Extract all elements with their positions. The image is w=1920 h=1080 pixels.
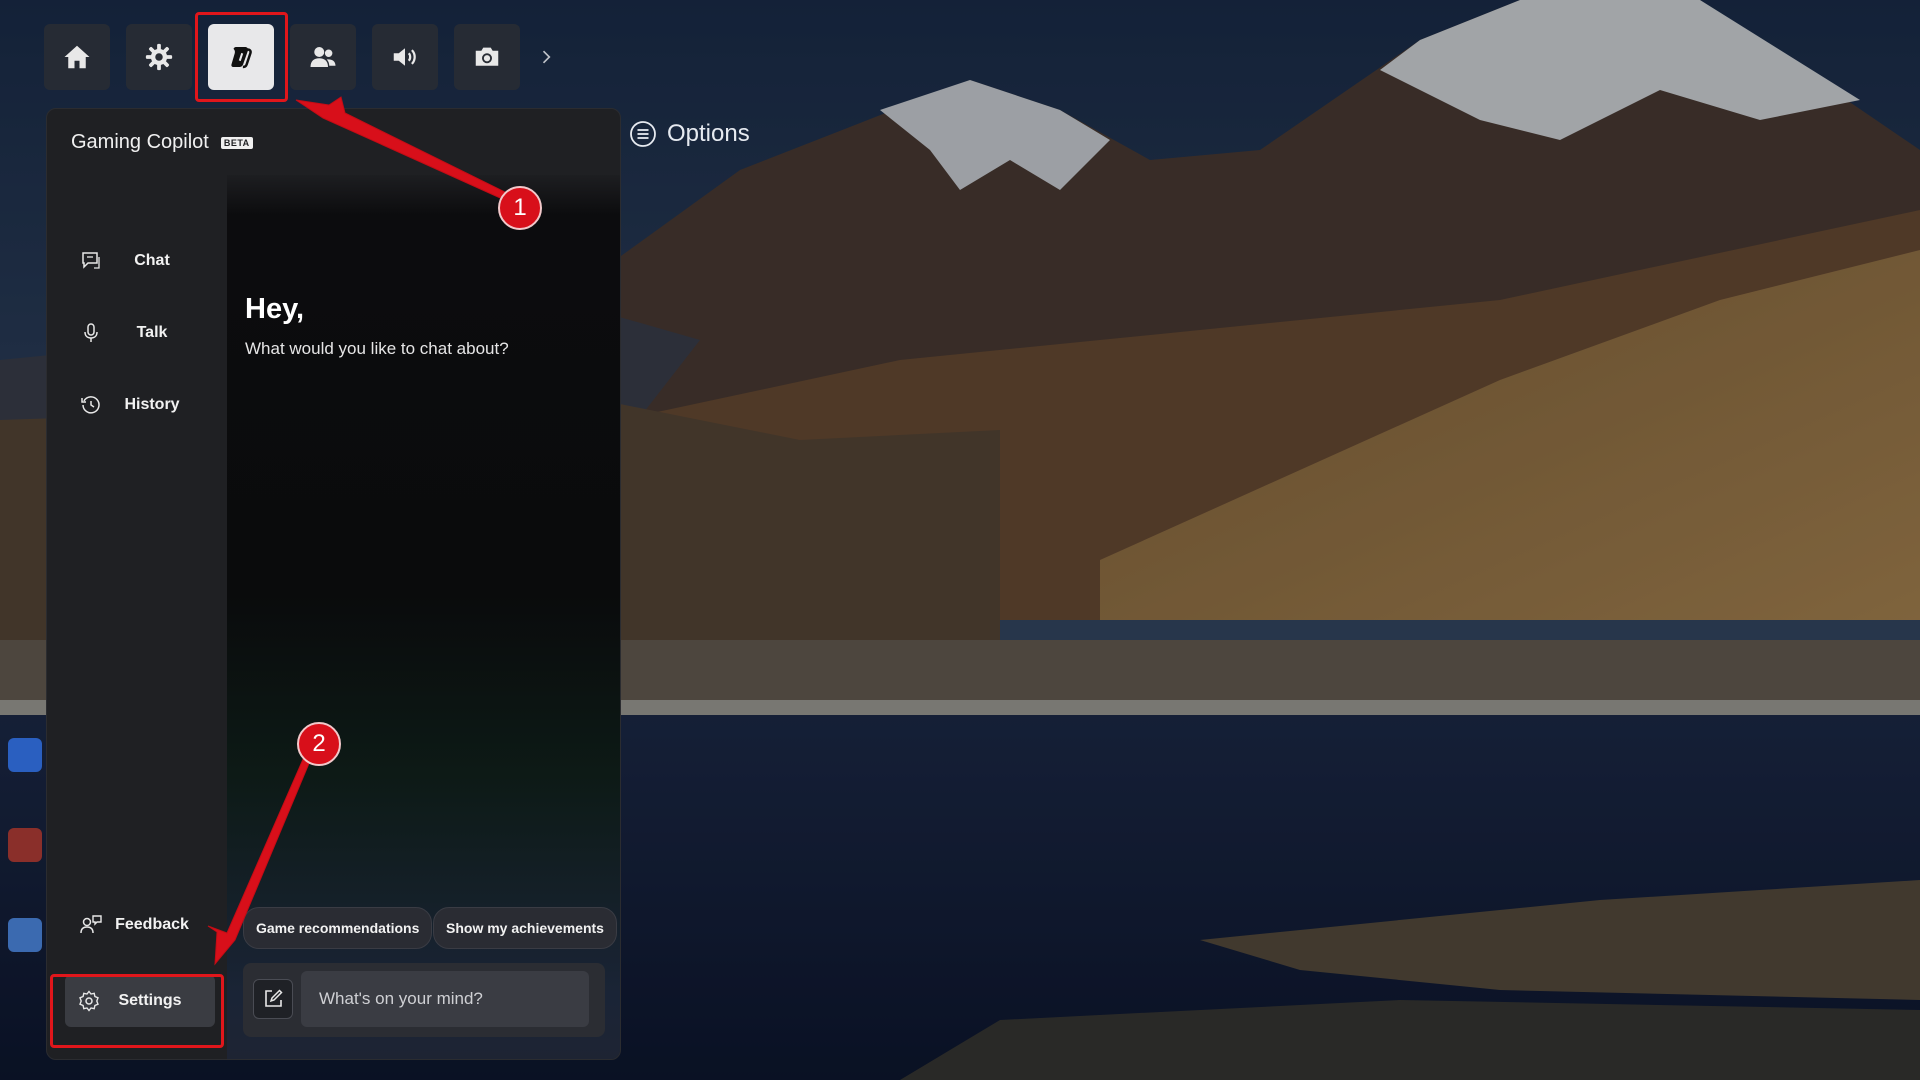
capture-button[interactable] [454, 24, 520, 90]
sidebar-item-label: History [124, 396, 180, 413]
chevron-right-icon [542, 50, 551, 64]
beta-badge: BETA [220, 136, 253, 149]
chat-input[interactable] [301, 971, 589, 1027]
menu-circle-icon [630, 121, 656, 147]
game-bar-widget-bar [44, 24, 556, 90]
compose-icon [265, 989, 283, 1007]
step-badge-2: 2 [297, 722, 341, 766]
gaming-copilot-panel: Gaming Copilot BETA Chat Talk History Fe… [46, 108, 621, 1060]
options-label: Options [667, 120, 750, 147]
copilot-button[interactable] [208, 24, 274, 90]
settings-button[interactable]: Settings [65, 975, 215, 1027]
desktop-icon-pulsar[interactable] [0, 918, 50, 978]
settings-label: Settings [118, 992, 182, 1009]
desktop-icon-reload[interactable] [0, 828, 50, 888]
sidebar-item-chat[interactable]: Chat [67, 237, 217, 285]
sidebar-item-history[interactable]: History [67, 381, 217, 429]
home-icon [64, 45, 90, 69]
copilot-sidebar: Chat Talk History Feedback Settings [47, 175, 227, 1059]
camera-icon [475, 47, 499, 66]
sidebar-item-label: Talk [136, 324, 168, 341]
feedback-button[interactable]: Feedback [67, 901, 217, 949]
desktop-icon-malwarebytes[interactable] [0, 738, 50, 798]
settings-widget-button[interactable] [126, 24, 192, 90]
greeting-subtitle: What would you like to chat about? [245, 339, 509, 358]
reload-app-icon [8, 828, 42, 862]
options-button[interactable]: Options [629, 120, 750, 148]
malware-app-icon [8, 738, 42, 772]
greeting-heading: Hey, [245, 293, 305, 325]
new-chat-button[interactable] [253, 979, 293, 1019]
chat-composer [243, 963, 605, 1037]
audio-button[interactable] [372, 24, 438, 90]
copilot-icon [231, 47, 252, 69]
feedback-label: Feedback [115, 916, 189, 933]
social-button[interactable] [290, 24, 356, 90]
speaker-icon [393, 48, 416, 66]
step-badge-1: 1 [498, 186, 542, 230]
people-icon [310, 47, 336, 67]
suggestion-chip-show-achievements[interactable]: Show my achievements [433, 907, 617, 949]
more-widgets-button[interactable] [536, 47, 556, 67]
panel-header: Gaming Copilot BETA [71, 131, 253, 154]
chat-content: Hey, What would you like to chat about? … [227, 175, 620, 1059]
home-button[interactable] [44, 24, 110, 90]
pulsar-app-icon [8, 918, 42, 952]
panel-title: Gaming Copilot [71, 131, 209, 153]
sidebar-item-talk[interactable]: Talk [67, 309, 217, 357]
sidebar-item-label: Chat [134, 252, 170, 269]
gear-icon [145, 43, 173, 71]
suggestion-chip-game-recommendations[interactable]: Game recommendations [243, 907, 433, 949]
